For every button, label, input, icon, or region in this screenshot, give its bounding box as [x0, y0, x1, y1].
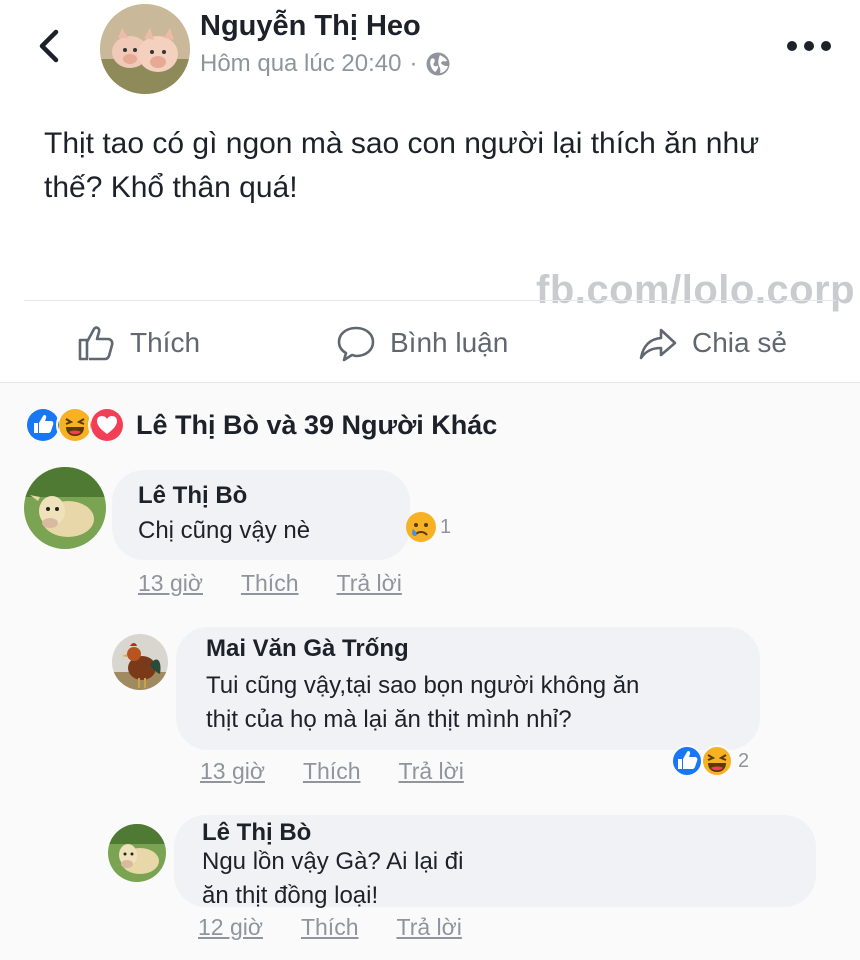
share-label: Chia sẻ: [692, 327, 787, 358]
like-label: Thích: [130, 327, 201, 358]
reaction-count: 2: [738, 749, 750, 772]
post-text: Thịt tao có gì ngon mà sao con người lại…: [44, 127, 760, 204]
back-arrow-icon[interactable]: [30, 26, 70, 66]
comment-bubble-icon: [337, 326, 375, 362]
post-meta: Hôm qua lúc 20:40 ·: [200, 50, 451, 78]
reactions-summary-text[interactable]: Lê Thị Bò và 39 Người Khác: [136, 410, 497, 441]
comment-author[interactable]: Mai Văn Gà Trống: [206, 635, 409, 663]
comment-bubble[interactable]: Mai Văn Gà Trống Tui cũng vậy,tại sao bọ…: [176, 627, 760, 750]
comment-like-link[interactable]: Thích: [301, 914, 359, 941]
comment-author[interactable]: Lê Thị Bò: [138, 482, 247, 510]
watermark: fb.com/lolo.corp: [536, 268, 856, 312]
reaction-count: 1: [440, 515, 452, 538]
comment-text: Ngu lồn vậy Gà? Ai lại đi ăn thịt đồng l…: [202, 848, 464, 909]
post-time[interactable]: Hôm qua lúc 20:40: [200, 50, 401, 78]
commenter-avatar-cow[interactable]: [24, 467, 106, 549]
comment-reply-link[interactable]: Trả lời: [397, 914, 462, 941]
comment-button[interactable]: Bình luận: [336, 318, 508, 368]
rooster-photo: [112, 634, 168, 690]
share-button[interactable]: Chia sẻ: [638, 318, 787, 368]
comment-reply-link[interactable]: Trả lời: [337, 570, 402, 597]
poster-avatar[interactable]: [100, 4, 190, 94]
comment-reply-link[interactable]: Trả lời: [399, 758, 464, 785]
comment-time[interactable]: 13 giờ: [200, 758, 265, 785]
comment-text: Chị cũng vậy nè: [138, 517, 311, 544]
comment-time[interactable]: 12 giờ: [198, 914, 263, 941]
cow-photo: [24, 467, 106, 549]
comment-bubble[interactable]: Lê Thị Bò Ngu lồn vậy Gà? Ai lại đi ăn t…: [174, 815, 816, 909]
comment-author[interactable]: Lê Thị Bò: [202, 819, 311, 847]
comment-like-link[interactable]: Thích: [303, 758, 361, 785]
reactions-summary[interactable]: Lê Thị Bò và 39 Người Khác: [24, 406, 497, 444]
comment-meta: 13 giờ Thích Trả lời: [138, 570, 440, 597]
commenter-avatar-cow[interactable]: [108, 824, 166, 882]
globe-icon: [426, 52, 450, 76]
comment-bubble[interactable]: Lê Thị Bò Chị cũng vậy nè: [112, 470, 410, 560]
more-options-icon[interactable]: [784, 36, 834, 56]
haha-icon: [701, 745, 733, 777]
like-icon: [671, 745, 703, 777]
thumbs-up-icon: [78, 326, 114, 361]
comment-like-link[interactable]: Thích: [241, 570, 299, 597]
meta-separator: ·: [409, 50, 418, 77]
comment-text: Tui cũng vậy,tại sao bọn người không ăn …: [206, 672, 640, 733]
love-icon: [88, 406, 126, 444]
divider: [24, 300, 836, 301]
like-button[interactable]: Thích: [76, 318, 200, 368]
share-arrow-icon: [639, 328, 677, 360]
comment-meta: 13 giờ Thích Trả lời: [200, 758, 502, 785]
comment-reaction-badge[interactable]: 2: [670, 744, 749, 778]
comment-time[interactable]: 13 giờ: [138, 570, 203, 597]
commenter-avatar-rooster[interactable]: [112, 634, 168, 690]
comment-reaction-badge[interactable]: 1: [404, 510, 451, 544]
poster-name[interactable]: Nguyễn Thị Heo: [200, 10, 421, 43]
cow-photo: [108, 824, 166, 882]
comment-label: Bình luận: [390, 327, 509, 358]
sad-icon: [406, 512, 436, 542]
comment-meta: 12 giờ Thích Trả lời: [198, 914, 500, 941]
pig-photo: [100, 4, 190, 94]
